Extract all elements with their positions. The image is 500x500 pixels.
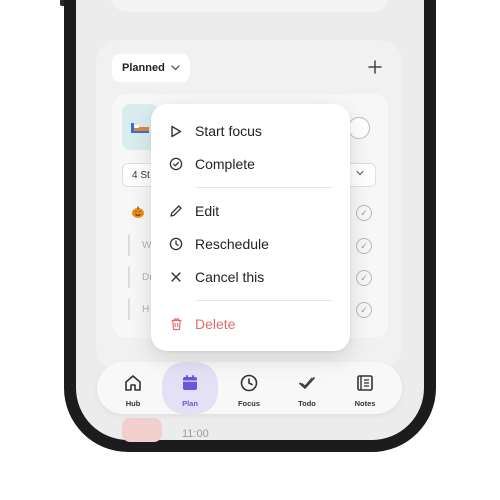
tab-focus[interactable]: Focus [221,362,277,414]
tab-label: Todo [298,399,316,408]
tab-label: Hub [125,399,141,408]
subtask-check[interactable]: ✓ [356,302,372,318]
x-icon [168,269,184,285]
trash-icon [168,316,184,332]
menu-item-label: Start focus [195,123,262,139]
subtask-indent [128,234,130,256]
clock-icon [239,372,259,394]
steps-label: 4 St [132,170,150,181]
context-menu: Start focus Complete Edit Reschedule Can… [151,104,350,351]
check-circle-icon [168,156,184,172]
planned-filter-label: Planned [122,62,165,74]
pumpkin-emoji-icon [131,205,145,222]
tab-todo[interactable]: Todo [279,362,335,414]
calendar-icon [180,372,200,394]
menu-item-label: Reschedule [195,236,269,252]
previous-card [110,0,390,12]
subtask-indent [128,266,130,288]
subtask-check[interactable]: ✓ [356,238,372,254]
add-button[interactable] [364,56,386,78]
clock-icon [168,236,184,252]
menu-item-start-focus[interactable]: Start focus [151,116,350,146]
pencil-icon [168,203,184,219]
tab-label: Plan [182,399,198,408]
tab-label: Notes [354,399,376,408]
menu-item-label: Edit [195,203,220,219]
menu-item-label: Delete [195,316,236,332]
plus-icon [368,60,382,74]
tab-label: Focus [237,399,261,408]
planned-filter-button[interactable]: Planned [112,54,190,82]
play-icon [168,123,184,139]
tab-bar: Hub Plan Focus Todo Notes [97,362,402,414]
chevron-down-icon [171,65,180,71]
menu-item-reschedule[interactable]: Reschedule [151,229,350,259]
chevron-down-icon [356,170,364,176]
tab-plan[interactable]: Plan [162,362,218,414]
next-event-time: 11:00 [182,428,209,440]
home-icon [123,372,143,394]
next-event-thumbnail [122,418,162,442]
menu-item-cancel-this[interactable]: Cancel this [151,262,350,292]
tab-hub[interactable]: Hub [105,362,161,414]
subtask-indent [128,298,130,320]
menu-item-delete[interactable]: Delete [151,309,350,339]
subtask-check[interactable]: ✓ [356,270,372,286]
steps-chevron [356,168,364,179]
subtask-check[interactable]: ✓ [356,205,372,221]
notes-icon [355,372,375,394]
subtask-text: H [142,304,150,315]
bed-icon [131,123,149,133]
complete-ring[interactable] [348,117,370,139]
check-icon [297,372,317,394]
menu-item-label: Complete [195,156,255,172]
menu-item-edit[interactable]: Edit [151,196,350,226]
menu-divider [195,300,333,301]
app-stage: Planned 4 St ✓ W ✓ Dr ✓ H ✓ 11:00 Hub Pl… [0,0,500,500]
menu-item-complete[interactable]: Complete [151,149,350,179]
tab-notes[interactable]: Notes [337,362,393,414]
menu-item-label: Cancel this [195,269,265,285]
menu-divider [195,187,333,188]
